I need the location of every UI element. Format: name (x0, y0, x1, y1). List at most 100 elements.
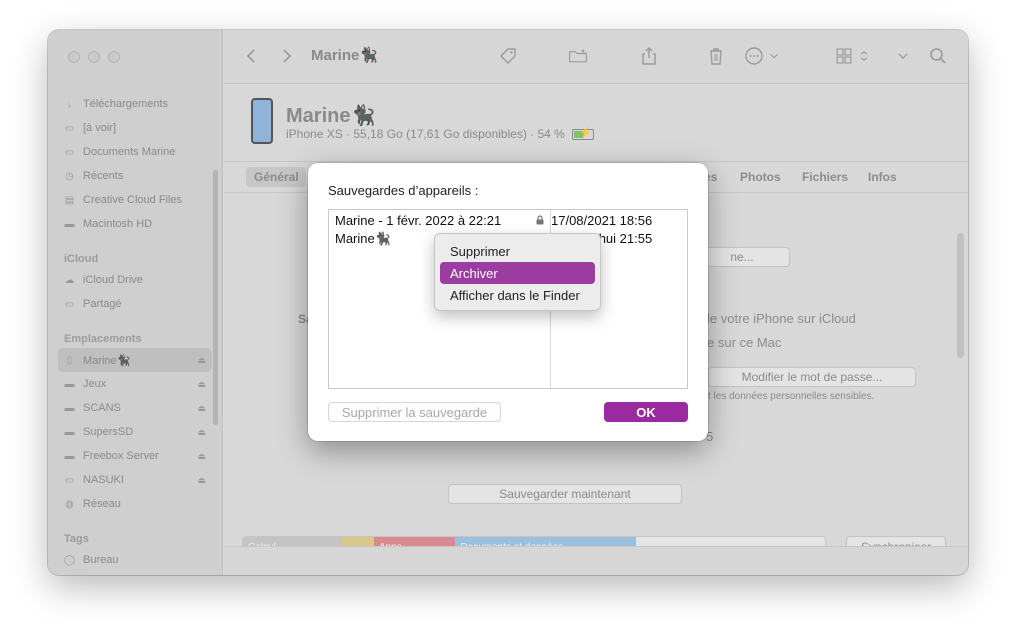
table-row[interactable]: Marine - 1 févr. 2022 à 22:21 17/08/2021… (329, 211, 687, 229)
sidebar-item[interactable]: ◍ Réseau (58, 492, 212, 516)
sidebar-item-label: Macintosh HD (83, 218, 153, 230)
action-menu-button[interactable] (744, 44, 780, 68)
lock-icon (536, 215, 544, 225)
tab-general[interactable]: Général (254, 170, 299, 184)
sidebar-item[interactable]: ▯ Marine🐈‍⬛ ⏏ (58, 348, 212, 372)
menu-item-show-in-finder[interactable]: Afficher dans le Finder (440, 284, 595, 306)
iphone-icon (251, 98, 273, 144)
device-subtitle: iPhone XS · 55,18 Go (17,61 Go disponibl… (286, 127, 595, 141)
clock-icon: ◷ (65, 170, 74, 182)
ok-button[interactable]: OK (604, 402, 688, 422)
menu-item-label: Supprimer (450, 243, 510, 259)
tab-photos[interactable]: Photos (740, 170, 781, 184)
context-menu: Supprimer Archiver Afficher dans le Find… (434, 233, 601, 311)
search-button[interactable] (928, 44, 948, 68)
sidebar-item[interactable]: ▭ NASUKI ⏏ (58, 468, 212, 492)
icloud-option-text: le votre iPhone sur iCloud (707, 311, 856, 326)
sidebar-item-label: Récents (83, 170, 124, 182)
sidebar-item[interactable]: ▬ Macintosh HD (58, 212, 212, 236)
sidebar-item-label: Bureau (83, 554, 119, 566)
battery-charging-icon: ⚡ (572, 128, 595, 140)
eject-icon[interactable]: ⏏ (197, 427, 206, 438)
view-mode-button[interactable] (834, 44, 870, 68)
device-subtitle-text: iPhone XS · 55,18 Go (17,61 Go disponibl… (286, 127, 565, 141)
change-password-label: Modifier le mot de passe... (741, 370, 883, 384)
menu-item-delete[interactable]: Supprimer (440, 240, 595, 262)
sidebar-item[interactable]: ▬ Jeux ⏏ (58, 372, 212, 396)
sidebar-item-label: Réseau (83, 498, 121, 510)
trash-button[interactable] (706, 44, 726, 68)
disk-icon: ▬ (64, 218, 75, 230)
disk-icon: ▬ (64, 378, 75, 390)
dialog-title: Sauvegardes d’appareils : (328, 183, 479, 198)
sidebar-item-label: Marine🐈‍⬛ (83, 354, 131, 367)
tag-icon: ◯ (63, 554, 76, 566)
bolt-icon: ⚡ (579, 128, 592, 139)
sidebar-section-header: Tags (64, 533, 89, 545)
content-scrollbar[interactable] (957, 233, 964, 358)
ok-label: OK (636, 404, 656, 420)
more-button[interactable] (896, 44, 910, 68)
chevron-left-icon (246, 49, 255, 63)
sidebar-item-label: Freebox Server (83, 450, 159, 462)
zoom-window-button[interactable] (108, 51, 120, 63)
chevron-down-icon (770, 53, 778, 59)
ellipsis-circle-icon (745, 47, 763, 65)
back-button[interactable] (242, 44, 262, 68)
folder-icon: ▭ (64, 146, 75, 158)
sidebar-item[interactable]: ▭ Documents Marine (58, 140, 212, 164)
window-title: Marine🐈‍⬛ (311, 47, 379, 64)
eject-icon[interactable]: ⏏ (197, 403, 206, 414)
sidebar-item-label: iCloud Drive (83, 274, 143, 286)
phone-icon: ▯ (66, 354, 73, 366)
sidebar-item-label: Partagé (83, 298, 122, 310)
sidebar-item[interactable]: ▬ SupersSD ⏏ (58, 420, 212, 444)
sensitive-data-text: t les données personnelles sensibles. (708, 391, 875, 402)
traffic-lights (68, 51, 120, 63)
backup-name: Marine - 1 févr. 2022 à 22:21 (335, 213, 502, 228)
sidebar-item[interactable]: ▬ Freebox Server ⏏ (58, 444, 212, 468)
chevron-down-icon (898, 53, 908, 59)
new-folder-button[interactable] (568, 44, 588, 68)
status-bar (224, 546, 968, 575)
sidebar-item[interactable]: ▭ Partagé (58, 292, 212, 316)
mac-option-text: e sur ce Mac (707, 335, 782, 350)
sidebar-item[interactable]: ◯ Bureau (58, 548, 212, 572)
document-icon: ▤ (64, 194, 75, 206)
tab-info[interactable]: Infos (868, 170, 897, 184)
eject-icon[interactable]: ⏏ (197, 379, 206, 390)
sidebar-scrollbar[interactable] (213, 170, 218, 425)
forward-button[interactable] (276, 44, 296, 68)
sidebar-item[interactable]: ↓ Téléchargements (58, 92, 212, 116)
sidebar-item[interactable]: ◷ Récents (58, 164, 212, 188)
tag-button[interactable] (498, 44, 518, 68)
close-window-button[interactable] (68, 51, 80, 63)
change-password-button[interactable]: Modifier le mot de passe... (708, 367, 916, 387)
menu-item-archive[interactable]: Archiver (440, 262, 595, 284)
sidebar-item-label: Documents Marine (83, 146, 176, 158)
sidebar-item[interactable]: ☁ iCloud Drive (58, 268, 212, 292)
disk-icon: ▬ (64, 426, 75, 438)
tab-files[interactable]: Fichiers (802, 170, 848, 184)
folder-icon: ▭ (64, 122, 75, 134)
sidebar-item[interactable]: ▤ Creative Cloud Files (58, 188, 212, 212)
sidebar-list: ↓ Téléchargements ▭ [à voir] ▭ Documents Mari… (58, 92, 212, 572)
eject-icon[interactable]: ⏏ (197, 475, 206, 486)
backup-now-button[interactable]: Sauvegarder maintenant (448, 484, 682, 504)
globe-icon: ◍ (65, 498, 74, 510)
manage-backups-button[interactable]: ne... (694, 247, 790, 267)
delete-backup-button[interactable]: Supprimer la sauvegarde (328, 402, 501, 422)
minimize-window-button[interactable] (88, 51, 100, 63)
manage-backups-label: ne... (730, 250, 754, 264)
eject-icon[interactable]: ⏏ (197, 355, 206, 366)
sidebar-item[interactable]: ▬ SCANS ⏏ (58, 396, 212, 420)
chevron-right-icon (283, 49, 292, 63)
tag-icon (500, 48, 516, 64)
sidebar-item-label: [à voir] (83, 122, 117, 134)
menu-item-label: Afficher dans le Finder (450, 287, 580, 303)
eject-icon[interactable]: ⏏ (197, 451, 206, 462)
sidebar-section-header: Emplacements (64, 333, 142, 345)
device-name: Marine🐈‍⬛ (286, 105, 376, 127)
sidebar-item[interactable]: ▭ [à voir] (58, 116, 212, 140)
share-button[interactable] (639, 44, 659, 68)
